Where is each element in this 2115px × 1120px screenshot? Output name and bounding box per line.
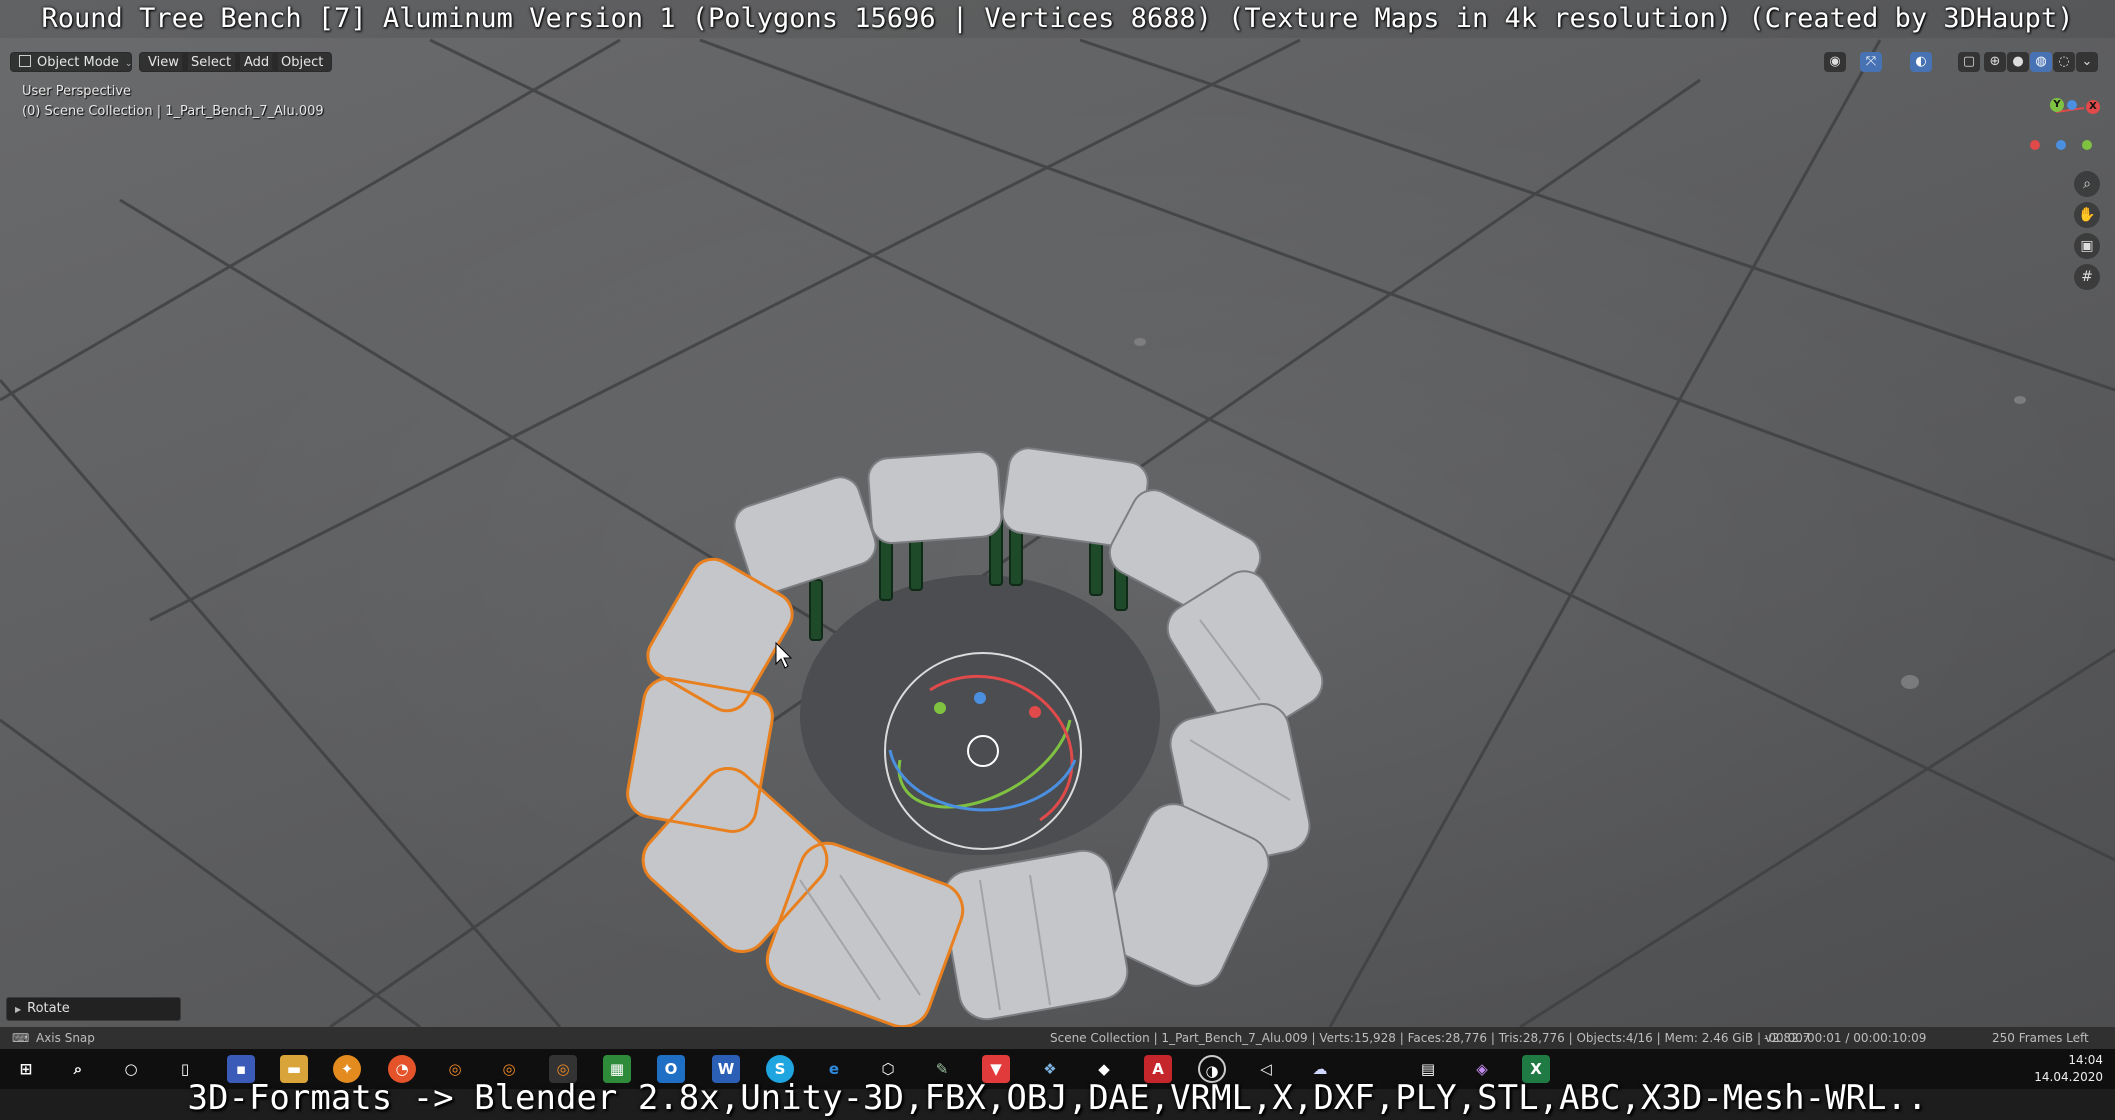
camera-icon[interactable]: ▣ (2074, 233, 2100, 259)
menu-object[interactable]: Object (272, 52, 333, 72)
floor-tiles (0, 38, 2115, 1027)
title-caption: Round Tree Bench [7] Aluminum Version 1 … (0, 0, 2115, 38)
object-mode-label: Object Mode (37, 55, 119, 70)
gizmo-x-axis[interactable]: X (2086, 100, 2100, 114)
gizmo-z-axis[interactable] (2067, 100, 2077, 110)
expand-triangle-icon: ▶ (15, 1005, 22, 1014)
gizmo-neg-z[interactable] (2056, 140, 2066, 150)
rendered-shading-icon[interactable]: ◌ (2053, 52, 2075, 72)
viewport-header: Object Mode ⌄ View Select Add Object ◉ ⤧ … (0, 48, 2115, 76)
visibility-icon[interactable]: ◉ (1824, 52, 1846, 72)
xray-icon[interactable]: ▢ (1958, 52, 1980, 72)
grid-view-icon[interactable]: # (2074, 264, 2100, 290)
gizmo-toggle-icon[interactable]: ⤧ (1860, 52, 1882, 72)
3d-viewport[interactable]: User Perspective (0) Scene Collection | … (0, 0, 2115, 1027)
collection-label: (0) Scene Collection | 1_Part_Bench_7_Al… (22, 104, 324, 119)
gizmo-neg-y[interactable] (2082, 140, 2092, 150)
perspective-label: User Perspective (22, 84, 132, 99)
axis-snap-icon: ⌨ (12, 1031, 30, 1045)
status-bar: ⌨ Axis Snap Scene Collection | 1_Part_Be… (0, 1027, 2115, 1049)
gizmo-y-axis[interactable]: Y (2050, 98, 2064, 112)
rotate-operator-panel[interactable]: ▶ Rotate (6, 997, 181, 1021)
scene-statistics: Scene Collection | 1_Part_Bench_7_Alu.00… (1050, 1031, 1811, 1045)
pan-hand-icon[interactable]: ✋ (2074, 202, 2100, 228)
bottom-caption: 3D-Formats -> Blender 2.8x,Unity-3D,FBX,… (187, 1078, 1928, 1118)
material-shading-icon[interactable]: ◍ (2030, 52, 2052, 72)
object-mode-dropdown[interactable]: Object Mode ⌄ (10, 52, 132, 72)
rotate-panel-label: Rotate (27, 1001, 70, 1016)
frames-left: 250 Frames Left (1992, 1031, 2089, 1045)
menu-select[interactable]: Select (182, 52, 241, 72)
menu-view[interactable]: View (139, 52, 188, 72)
timecode: -00:00:00:01 / 00:00:10:09 (1764, 1031, 1927, 1045)
shading-options-icon[interactable]: ⌄ (2076, 52, 2098, 72)
wireframe-shading-icon[interactable]: ⊕ (1984, 52, 2006, 72)
chevron-down-icon: ⌄ (124, 59, 133, 69)
overlays-icon[interactable]: ◐ (1910, 52, 1932, 72)
clock-time: 14:04 (2068, 1053, 2103, 1067)
gizmo-neg-x[interactable] (2030, 140, 2040, 150)
navigation-gizmo[interactable]: Y X (2010, 94, 2110, 164)
axis-snap-label: Axis Snap (36, 1031, 95, 1045)
object-mode-icon (19, 55, 31, 67)
solid-shading-icon[interactable]: ● (2007, 52, 2029, 72)
mouse-cursor (775, 641, 793, 669)
zoom-icon[interactable]: ⌕ (2074, 171, 2100, 197)
